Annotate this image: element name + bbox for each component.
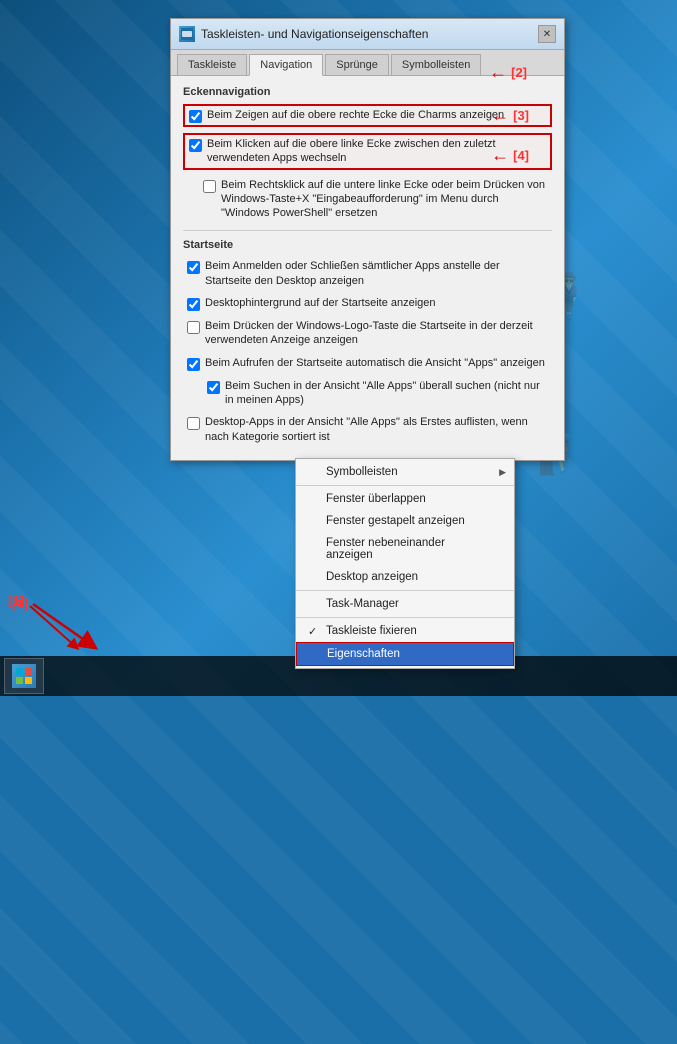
dialog-title: Taskleisten- und Navigationseigenschafte… (201, 27, 428, 41)
checkbox-ss5[interactable] (207, 381, 220, 394)
checkbox-row-ss6: Desktop-Apps in der Ansicht "Alle Apps" … (183, 413, 552, 446)
checkbox-row-ss3: Beim Drücken der Windows-Logo-Taste die … (183, 317, 552, 350)
checkbox-row-ss1: Beim Anmelden oder Schließen sämtlicher … (183, 257, 552, 290)
checkbox-label-ss2: Desktophintergrund auf der Startseite an… (205, 296, 436, 310)
checkbox-label-1: Beim Zeigen auf die obere rechte Ecke di… (207, 108, 504, 122)
context-item-nebeneinander[interactable]: Fenster nebeneinander anzeigen (296, 532, 514, 566)
checkbox-label-ss5: Beim Suchen in der Ansicht "Alle Apps" ü… (225, 379, 548, 408)
context-item-symbolleisten[interactable]: Symbolleisten (296, 461, 514, 483)
start-icon (12, 664, 36, 688)
section-divider-1 (183, 230, 552, 231)
checkbox-ss1[interactable] (187, 261, 200, 274)
checkbox-label-ss4: Beim Aufrufen der Startseite automatisch… (205, 356, 545, 370)
context-item-ueberlappen[interactable]: Fenster überlappen (296, 488, 514, 510)
dialog-icon (179, 26, 195, 42)
context-separator-1 (296, 485, 514, 486)
checkbox-ss2[interactable] (187, 298, 200, 311)
annotation-2: ← [2] (489, 62, 527, 83)
checkbox-ss6[interactable] (187, 417, 200, 430)
checkbox-3[interactable] (203, 180, 216, 193)
context-item-eigenschaften[interactable]: Eigenschaften (296, 642, 514, 666)
tab-taskleiste[interactable]: Taskleiste (177, 54, 247, 75)
checkbox-ss4[interactable] (187, 358, 200, 371)
checkbox-label-ss6: Desktop-Apps in der Ansicht "Alle Apps" … (205, 415, 548, 444)
tab-symbolleisten[interactable]: Symbolleisten (391, 54, 481, 75)
title-left: Taskleisten- und Navigationseigenschafte… (179, 26, 428, 42)
checkbox-row-ss2: Desktophintergrund auf der Startseite an… (183, 294, 552, 313)
annotation-1-label: [1] (8, 593, 24, 608)
context-item-fixieren[interactable]: Taskleiste fixieren (296, 620, 514, 642)
checkbox-label-3: Beim Rechtsklick auf die untere linke Ec… (221, 178, 548, 221)
checkbox-1[interactable] (189, 110, 202, 123)
tab-navigation[interactable]: Navigation (249, 54, 323, 76)
section-eckennavigation: Eckennavigation (183, 86, 552, 98)
taskbar-start-button[interactable] (4, 658, 44, 694)
context-item-taskmanager[interactable]: Task-Manager (296, 593, 514, 618)
dialog-titlebar: Taskleisten- und Navigationseigenschafte… (171, 19, 564, 50)
checkbox-row-ss4: Beim Aufrufen der Startseite automatisch… (183, 354, 552, 373)
context-item-desktop[interactable]: Desktop anzeigen (296, 566, 514, 591)
annotation-4: ← [4] (491, 145, 529, 166)
checkbox-label-ss3: Beim Drücken der Windows-Logo-Taste die … (205, 319, 548, 348)
context-item-gestapelt[interactable]: Fenster gestapelt anzeigen (296, 510, 514, 532)
section-startseite: Startseite (183, 239, 552, 251)
dialog-content: Eckennavigation Beim Zeigen auf die ober… (171, 76, 564, 460)
close-button[interactable]: ✕ (538, 25, 556, 43)
checkbox-row-ss5: Beim Suchen in der Ansicht "Alle Apps" ü… (203, 377, 552, 410)
checkbox-ss3[interactable] (187, 321, 200, 334)
checkbox-row-3: Beim Rechtsklick auf die untere linke Ec… (199, 176, 552, 223)
annotation-arrow-red (28, 599, 108, 654)
checkbox-label-ss1: Beim Anmelden oder Schließen sämtlicher … (205, 259, 548, 288)
checkbox-2[interactable] (189, 139, 202, 152)
context-menu: Symbolleisten Fenster überlappen Fenster… (295, 458, 515, 669)
tab-spruenge[interactable]: Sprünge (325, 54, 389, 75)
main-dialog: Taskleisten- und Navigationseigenschafte… (170, 18, 565, 461)
annotation-3: ← [3] (491, 105, 529, 126)
